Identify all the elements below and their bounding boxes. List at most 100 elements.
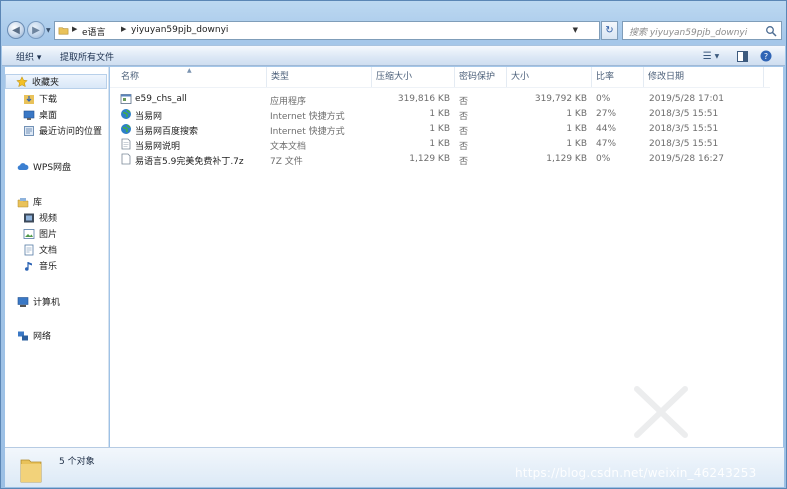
- svg-text:?: ?: [764, 52, 768, 61]
- command-bar: 组织 ▾ 提取所有文件 ☰ ▼ ?: [2, 45, 785, 66]
- file-name: 当易网说明: [135, 142, 181, 152]
- file-name: 当易网百度搜索: [135, 127, 199, 137]
- view-options-button[interactable]: ☰ ▼: [697, 48, 725, 64]
- file-date: 2018/3/5 15:51: [649, 109, 719, 119]
- nav-favorites[interactable]: 收藏夹: [5, 74, 107, 89]
- nav-item-music[interactable]: 音乐: [23, 258, 57, 273]
- address-bar[interactable]: ▶ e语言 ▶ yiyuyan59pjb_downyi ▼: [54, 21, 600, 40]
- file-row[interactable]: 当易网 Internet 快捷方式 1 KB 否 1 KB 27% 2018/3…: [110, 107, 770, 122]
- file-packed-size: 1 KB: [429, 109, 450, 119]
- help-button[interactable]: ?: [759, 48, 773, 64]
- file-name: 当易网: [135, 112, 163, 122]
- nav-label: 最近访问的位置: [39, 127, 103, 137]
- back-button[interactable]: ◀: [7, 21, 25, 39]
- file-date: 2018/3/5 15:51: [649, 139, 719, 149]
- preview-pane-button[interactable]: [735, 48, 749, 64]
- file-size: 1 KB: [566, 124, 587, 134]
- exe-icon: [120, 94, 132, 104]
- file-list: ▲ 名称 类型 压缩大小 密码保护 大小 比率 修改日期 e59_chs_all…: [110, 67, 783, 447]
- nav-label: 网络: [33, 332, 52, 342]
- file-packed-size: 1 KB: [429, 139, 450, 149]
- nav-item-recent-places[interactable]: 最近访问的位置: [23, 123, 102, 138]
- forward-button[interactable]: ▶: [27, 21, 45, 39]
- breadcrumb-item[interactable]: yiyuyan59pjb_downyi: [131, 25, 228, 35]
- column-header-size[interactable]: 大小: [507, 67, 592, 87]
- nav-label: 收藏夹: [32, 78, 60, 88]
- nav-label: WPS网盘: [33, 163, 72, 173]
- file-row[interactable]: 当易网说明 文本文档 1 KB 否 1 KB 47% 2018/3/5 15:5…: [110, 137, 770, 152]
- watermark-text: https://blog.csdn.net/weixin_46243253: [515, 466, 757, 480]
- nav-label: 视频: [39, 214, 58, 224]
- computer-icon: [17, 296, 29, 307]
- file-protected: 否: [459, 142, 469, 152]
- preview-pane-icon: [736, 50, 748, 62]
- help-icon: ?: [760, 50, 772, 62]
- column-header-password-protected[interactable]: 密码保护: [455, 67, 507, 87]
- chevron-right-icon[interactable]: ▶: [121, 25, 126, 33]
- nav-item-videos[interactable]: 视频: [23, 210, 57, 225]
- file-type: 文本文档: [270, 142, 307, 152]
- file-row[interactable]: 当易网百度搜索 Internet 快捷方式 1 KB 否 1 KB 44% 20…: [110, 122, 770, 137]
- search-placeholder: 搜索 yiyuyan59pjb_downyi: [629, 28, 748, 38]
- file-protected: 否: [459, 157, 469, 167]
- file-protected: 否: [459, 112, 469, 122]
- nav-item-desktop[interactable]: 桌面: [23, 107, 57, 122]
- arrow-right-icon: ▶: [32, 24, 40, 36]
- breadcrumb-item[interactable]: e语言: [82, 25, 106, 38]
- file-type: Internet 快捷方式: [270, 112, 345, 122]
- refresh-button[interactable]: ↻: [601, 21, 618, 40]
- file-packed-size: 1 KB: [429, 124, 450, 134]
- explorer-window: ◀ ▶ ▼ ▶ e语言 ▶ yiyuyan59pjb_downyi ▼ ↻ 搜索…: [0, 0, 787, 489]
- file-ratio: 0%: [596, 94, 611, 104]
- document-icon: [24, 244, 34, 255]
- nav-item-documents[interactable]: 文档: [23, 242, 57, 257]
- nav-label: 音乐: [39, 262, 58, 272]
- file-type: Internet 快捷方式: [270, 127, 345, 137]
- view-list-icon: ☰: [702, 50, 712, 62]
- chevron-down-icon: ▼: [714, 52, 720, 60]
- column-header-type[interactable]: 类型: [267, 67, 372, 87]
- globe-icon: [121, 109, 131, 119]
- chevron-right-icon[interactable]: ▶: [72, 25, 77, 33]
- column-header-name[interactable]: 名称: [117, 67, 267, 87]
- file-date: 2019/5/28 17:01: [649, 94, 724, 104]
- nav-item-pictures[interactable]: 图片: [23, 226, 57, 241]
- nav-item-wps-cloud[interactable]: WPS网盘: [17, 159, 71, 174]
- nav-item-network[interactable]: 网络: [17, 328, 51, 343]
- column-header-ratio[interactable]: 比率: [592, 67, 644, 87]
- file-size: 1 KB: [566, 109, 587, 119]
- nav-item-computer[interactable]: 计算机: [17, 294, 60, 309]
- music-icon: [25, 261, 32, 271]
- file-type: 7Z 文件: [270, 157, 303, 167]
- picture-icon: [23, 228, 35, 239]
- nav-item-libraries[interactable]: 库: [17, 194, 42, 209]
- column-header-packed-size[interactable]: 压缩大小: [372, 67, 455, 87]
- file-protected: 否: [459, 97, 469, 107]
- header-divider: [110, 87, 770, 88]
- chevron-down-icon[interactable]: ▼: [573, 26, 578, 34]
- network-icon: [18, 331, 28, 340]
- video-icon: [24, 213, 34, 222]
- arrow-left-icon: ◀: [12, 24, 20, 36]
- file-date: 2018/3/5 15:51: [649, 124, 719, 134]
- file-row[interactable]: 易语言5.9完美免费补丁.7z 7Z 文件 1,129 KB 否 1,129 K…: [110, 152, 770, 167]
- search-icon[interactable]: [765, 25, 777, 37]
- recent-pages-dropdown[interactable]: ▼: [46, 27, 51, 34]
- file-name: 易语言5.9完美免费补丁.7z: [135, 157, 244, 167]
- file-ratio: 27%: [596, 109, 617, 119]
- file-row[interactable]: e59_chs_all 应用程序 319,816 KB 否 319,792 KB…: [110, 92, 770, 107]
- download-folder-icon: [24, 94, 34, 104]
- nav-label: 图片: [39, 230, 58, 240]
- file-name: e59_chs_all: [135, 94, 187, 104]
- file-ratio: 44%: [596, 124, 617, 134]
- search-input[interactable]: 搜索 yiyuyan59pjb_downyi: [622, 21, 782, 40]
- file-size: 319,792 KB: [534, 94, 587, 104]
- nav-item-downloads[interactable]: 下载: [23, 91, 57, 106]
- nav-label: 下载: [39, 95, 58, 105]
- file-ratio: 47%: [596, 139, 617, 149]
- recent-places-icon: [24, 125, 34, 136]
- extract-all-button[interactable]: 提取所有文件: [60, 50, 114, 63]
- column-header-date-modified[interactable]: 修改日期: [644, 67, 764, 87]
- organize-menu[interactable]: 组织 ▾: [16, 50, 41, 63]
- text-file-icon: [121, 138, 131, 150]
